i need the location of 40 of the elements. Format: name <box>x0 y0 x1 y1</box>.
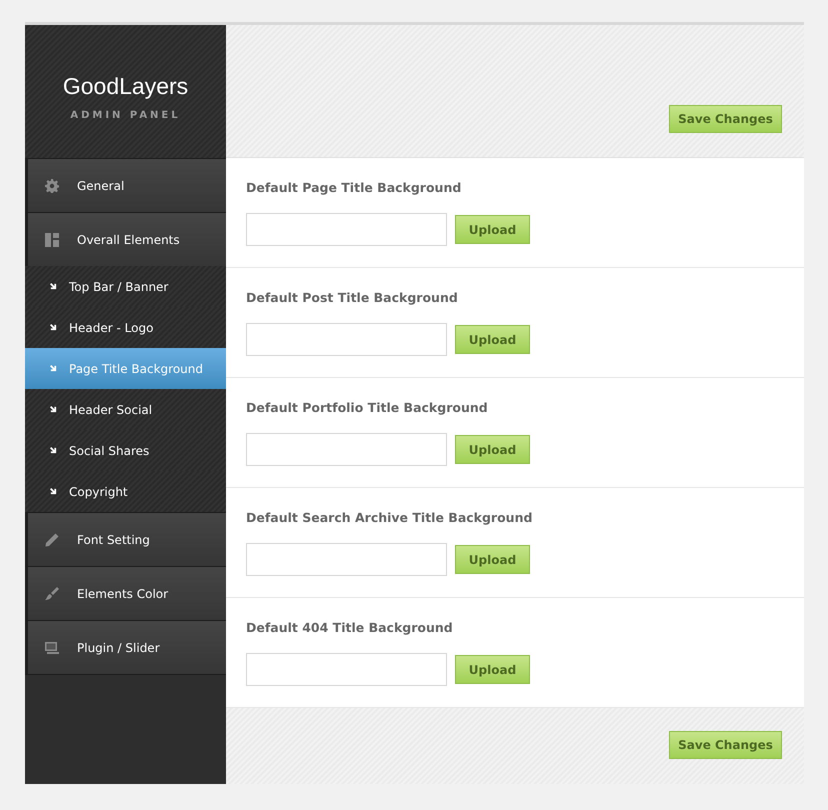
input-field[interactable] <box>246 213 447 246</box>
menu-item[interactable]: Elements Color <box>25 566 226 620</box>
field-label: Default Page Title Background <box>246 180 462 195</box>
field-label: Default Search Archive Title Background <box>246 510 534 525</box>
upload-button[interactable]: Upload <box>455 545 530 574</box>
brush-icon <box>45 586 59 600</box>
monitor-icon <box>45 640 59 654</box>
brand-subtitle: ADMIN PANEL <box>70 110 181 120</box>
arrow-icon <box>50 283 57 290</box>
brand-title: GoodLayers <box>62 72 188 100</box>
arrow-icon <box>50 406 57 413</box>
menu-item[interactable]: Font Setting <box>25 512 226 566</box>
arrow-icon <box>50 365 57 372</box>
save-changes-button[interactable]: Save Changes <box>669 105 782 133</box>
submenu-item[interactable]: Top Bar / Banner <box>25 266 226 307</box>
input-field[interactable] <box>246 543 447 576</box>
pencil-icon <box>45 532 59 546</box>
gear-icon <box>45 178 59 192</box>
submenu-item[interactable]: Header - Logo <box>25 307 226 348</box>
upload-button[interactable]: Upload <box>455 215 530 244</box>
field-label: Default 404 Title Background <box>246 620 454 635</box>
upload-button[interactable]: Upload <box>455 655 530 684</box>
input-field[interactable] <box>246 323 447 356</box>
save-changes-button[interactable]: Save Changes <box>669 731 782 759</box>
arrow-icon <box>50 447 57 454</box>
menu-item[interactable]: Overall Elements <box>25 212 226 266</box>
arrow-icon <box>50 324 57 331</box>
upload-button[interactable]: Upload <box>455 435 530 464</box>
input-field[interactable] <box>246 653 447 686</box>
submenu-item[interactable]: Header Social <box>25 389 226 430</box>
menu-item[interactable]: General <box>25 158 226 212</box>
upload-button[interactable]: Upload <box>455 325 530 354</box>
arrow-icon <box>50 488 57 495</box>
layout-icon <box>45 232 59 246</box>
input-field[interactable] <box>246 433 447 466</box>
field-label: Default Post Title Background <box>246 290 459 305</box>
submenu-item[interactable]: Copyright <box>25 471 226 512</box>
field-label: Default Portfolio Title Background <box>246 400 489 415</box>
submenu-item[interactable]: Social Shares <box>25 430 226 471</box>
menu-item[interactable]: Plugin / Slider <box>25 620 226 674</box>
